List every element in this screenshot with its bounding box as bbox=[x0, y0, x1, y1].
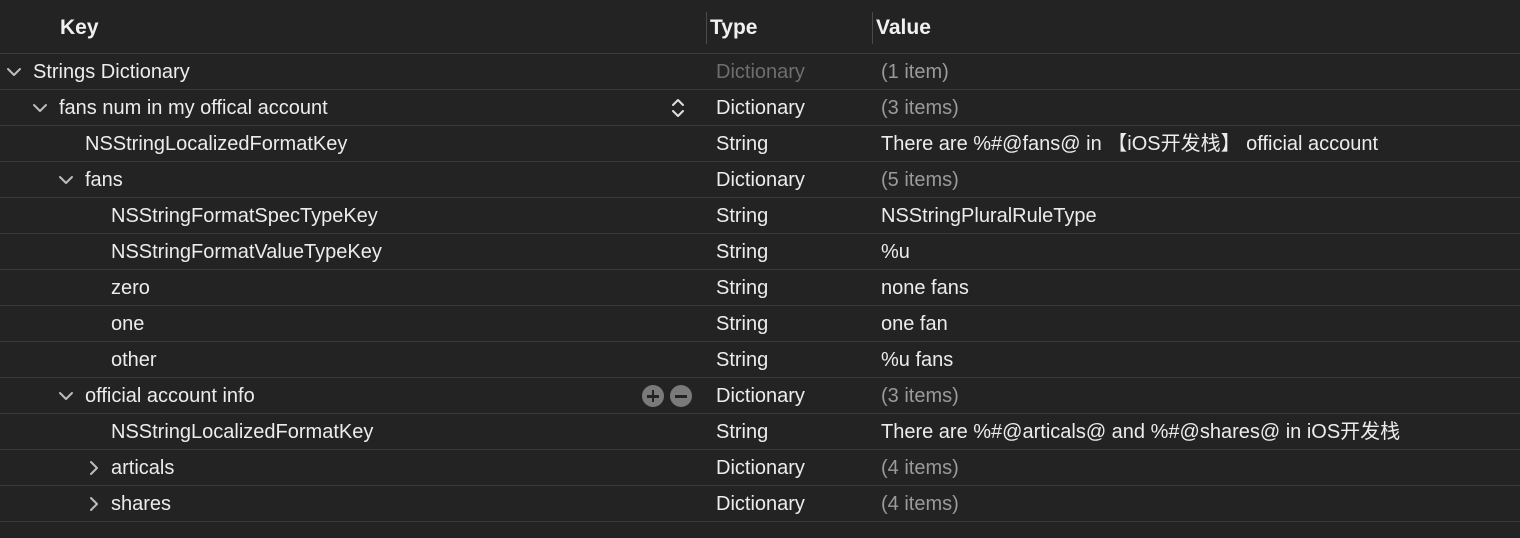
row-value: (5 items) bbox=[881, 169, 959, 191]
row-key[interactable]: NSStringLocalizedFormatKey bbox=[85, 126, 347, 162]
row-value: (4 items) bbox=[881, 493, 959, 515]
row-value[interactable]: %u fans bbox=[881, 342, 953, 378]
row-value: (3 items) bbox=[881, 385, 959, 407]
row-type[interactable]: String bbox=[716, 342, 768, 378]
row-key[interactable]: articals bbox=[111, 450, 174, 486]
row-value[interactable]: one fan bbox=[881, 306, 948, 342]
row-value[interactable]: %u bbox=[881, 234, 910, 270]
table-row-other[interactable]: other String %u fans bbox=[0, 342, 1520, 378]
row-value: (3 items) bbox=[881, 97, 959, 119]
row-key[interactable]: zero bbox=[111, 270, 150, 306]
row-key[interactable]: NSStringFormatSpecTypeKey bbox=[111, 198, 378, 234]
row-type: Dictionary bbox=[716, 61, 805, 83]
row-key[interactable]: NSStringLocalizedFormatKey bbox=[111, 414, 373, 450]
chevron-down-icon[interactable] bbox=[5, 54, 23, 90]
chevron-down-icon[interactable] bbox=[31, 90, 49, 126]
up-down-chevron-icon[interactable] bbox=[668, 96, 688, 120]
row-value: (4 items) bbox=[881, 457, 959, 479]
row-key[interactable]: Strings Dictionary bbox=[33, 54, 190, 90]
chevron-right-icon[interactable] bbox=[85, 450, 103, 486]
row-key[interactable]: one bbox=[111, 306, 144, 342]
chevron-down-icon[interactable] bbox=[57, 378, 75, 414]
minus-circle-icon[interactable] bbox=[670, 385, 692, 407]
column-divider-key-type[interactable] bbox=[706, 12, 707, 44]
row-type[interactable]: String bbox=[716, 270, 768, 306]
table-row-strings-dictionary[interactable]: Strings Dictionary Dictionary (1 item) bbox=[0, 54, 1520, 90]
row-key[interactable]: fans bbox=[85, 162, 123, 198]
chevron-right-icon[interactable] bbox=[85, 486, 103, 522]
row-type[interactable]: Dictionary bbox=[716, 90, 805, 126]
plist-editor: Key Type Value Strings Dictionary Dictio… bbox=[0, 0, 1520, 538]
header-type[interactable]: Type bbox=[710, 0, 757, 54]
row-type[interactable]: String bbox=[716, 198, 768, 234]
row-type[interactable]: String bbox=[716, 414, 768, 450]
table-row-format-spec-type-key[interactable]: NSStringFormatSpecTypeKey String NSStrin… bbox=[0, 198, 1520, 234]
add-remove-controls bbox=[642, 385, 692, 407]
column-divider-type-value[interactable] bbox=[872, 12, 873, 44]
row-type[interactable]: Dictionary bbox=[716, 486, 805, 522]
row-type[interactable]: String bbox=[716, 126, 768, 162]
table-row-localized-format-key[interactable]: NSStringLocalizedFormatKey String There … bbox=[0, 126, 1520, 162]
row-type[interactable]: Dictionary bbox=[716, 162, 805, 198]
row-type[interactable]: String bbox=[716, 234, 768, 270]
row-value: (1 item) bbox=[881, 61, 949, 83]
row-type[interactable]: Dictionary bbox=[716, 378, 805, 414]
row-key[interactable]: shares bbox=[111, 486, 171, 522]
row-key[interactable]: fans num in my offical account bbox=[59, 90, 328, 126]
chevron-down-icon[interactable] bbox=[57, 162, 75, 198]
row-value[interactable]: none fans bbox=[881, 270, 969, 306]
table-row-format-value-type-key[interactable]: NSStringFormatValueTypeKey String %u bbox=[0, 234, 1520, 270]
table-row-zero[interactable]: zero String none fans bbox=[0, 270, 1520, 306]
row-value[interactable]: There are %#@articals@ and %#@shares@ in… bbox=[881, 414, 1400, 450]
table-row-shares[interactable]: shares Dictionary (4 items) bbox=[0, 486, 1520, 522]
header-value[interactable]: Value bbox=[876, 0, 931, 54]
row-type[interactable]: Dictionary bbox=[716, 450, 805, 486]
column-header: Key Type Value bbox=[0, 0, 1520, 54]
table-row-official-account-info[interactable]: official account info Dictionary (3 item… bbox=[0, 378, 1520, 414]
plist-rows: Strings Dictionary Dictionary (1 item) f… bbox=[0, 54, 1520, 522]
table-row-localized-format-key-2[interactable]: NSStringLocalizedFormatKey String There … bbox=[0, 414, 1520, 450]
row-key[interactable]: other bbox=[111, 342, 157, 378]
table-row-one[interactable]: one String one fan bbox=[0, 306, 1520, 342]
table-row-fans-num[interactable]: fans num in my offical account Dictionar… bbox=[0, 90, 1520, 126]
row-value[interactable]: NSStringPluralRuleType bbox=[881, 198, 1097, 234]
table-row-articals[interactable]: articals Dictionary (4 items) bbox=[0, 450, 1520, 486]
row-key[interactable]: official account info bbox=[85, 378, 255, 414]
table-row-fans[interactable]: fans Dictionary (5 items) bbox=[0, 162, 1520, 198]
header-key[interactable]: Key bbox=[60, 0, 99, 54]
plus-circle-icon[interactable] bbox=[642, 385, 664, 407]
row-key[interactable]: NSStringFormatValueTypeKey bbox=[111, 234, 382, 270]
row-type[interactable]: String bbox=[716, 306, 768, 342]
row-value[interactable]: There are %#@fans@ in 【iOS开发栈】 official … bbox=[881, 126, 1378, 162]
